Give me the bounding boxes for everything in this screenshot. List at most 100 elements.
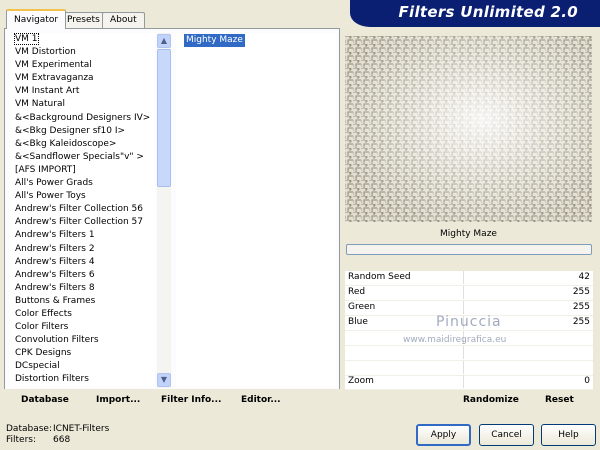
category-item-label: Andrew's Filters 2 <box>15 243 95 254</box>
parameter-name: Red <box>348 287 366 297</box>
status-filters-label: Filters: <box>6 435 37 445</box>
category-item[interactable]: [AFS IMPORT] <box>10 164 155 177</box>
category-item-label: Andrew's Filters 1 <box>15 230 95 241</box>
category-item[interactable]: &<Background Designers IV> <box>10 112 155 125</box>
parameter-slider[interactable] <box>463 375 464 388</box>
filter-item-selected[interactable]: Mighty Maze <box>184 34 245 47</box>
watermark-url: www.maidiregrafica.eu <box>403 335 507 345</box>
category-item[interactable]: CPK Designs <box>10 347 155 360</box>
tab-navigator[interactable]: Navigator <box>6 9 67 29</box>
category-item[interactable]: Convolution Filters <box>10 334 155 347</box>
parameter-slider[interactable] <box>463 346 464 359</box>
parameter-name: Blue <box>348 317 368 327</box>
editor-button[interactable]: Editor... <box>241 395 281 405</box>
import-button[interactable]: Import... <box>96 395 140 405</box>
reset-button[interactable]: Reset <box>545 395 574 405</box>
database-button[interactable]: Database <box>21 395 69 405</box>
category-item[interactable]: Andrew's Filters 4 <box>10 256 155 269</box>
category-item[interactable]: VM 1 <box>10 33 155 46</box>
apply-button[interactable]: Apply <box>416 424 471 446</box>
category-item-label: &<Background Designers IV> <box>15 112 151 123</box>
category-item[interactable]: Andrew's Filter Collection 56 <box>10 203 155 216</box>
parameter-value: 255 <box>572 287 590 297</box>
category-item[interactable]: Andrew's Filter Collection 57 <box>10 216 155 229</box>
tab-presets[interactable]: Presets <box>59 12 108 28</box>
category-item[interactable]: VM Extravaganza <box>10 72 155 85</box>
category-item[interactable]: Distortion Filters <box>10 373 155 386</box>
cancel-button[interactable]: Cancel <box>479 424 534 446</box>
category-item[interactable]: Buttons & Frames <box>10 295 155 308</box>
category-item-label: VM Experimental <box>15 60 92 71</box>
parameter-name: Green <box>348 302 376 312</box>
parameter-name: Zoom <box>348 376 374 386</box>
category-item-label: Buttons & Frames <box>15 295 96 306</box>
category-item[interactable]: &<Sandflower Specials"v" > <box>10 151 155 164</box>
parameter-name: Random Seed <box>348 272 411 282</box>
category-item-label: VM Distortion <box>15 47 76 58</box>
banner-title: Filters Unlimited 2.0 <box>398 3 578 21</box>
progress-bar <box>346 244 592 255</box>
category-item[interactable]: All's Power Toys <box>10 190 155 203</box>
preview-filter-name: Mighty Maze <box>440 229 497 239</box>
help-button[interactable]: Help <box>541 424 596 446</box>
parameter-row[interactable]: Zoom 0 <box>345 375 593 390</box>
category-item-label: VM Natural <box>15 99 65 110</box>
category-item-label: VM 1 <box>14 33 39 45</box>
category-scrollbar[interactable]: ▲ ▼ <box>157 33 171 388</box>
parameter-slider[interactable] <box>463 361 464 374</box>
category-item[interactable]: VM Experimental <box>10 59 155 72</box>
randomize-button[interactable]: Randomize <box>463 395 519 405</box>
parameter-slider[interactable] <box>463 271 464 284</box>
parameter-slider[interactable] <box>463 286 464 299</box>
category-item-label: VM Instant Art <box>15 86 80 97</box>
category-item-label: Color Effects <box>15 308 72 319</box>
parameter-row[interactable] <box>345 346 593 361</box>
category-item[interactable]: Andrew's Filters 1 <box>10 229 155 242</box>
category-item-label: &<Bkg Kaleidoscope> <box>15 138 117 149</box>
category-item[interactable]: Color Effects <box>10 308 155 321</box>
category-item-label: All's Power Grads <box>15 178 93 189</box>
filter-info-button[interactable]: Filter Info... <box>161 395 221 405</box>
parameter-row[interactable]: Random Seed 42 <box>345 271 593 286</box>
scroll-up-icon[interactable]: ▲ <box>157 34 171 48</box>
category-item[interactable]: Andrew's Filters 8 <box>10 282 155 295</box>
category-item[interactable]: &<Bkg Designer sf10 I> <box>10 125 155 138</box>
status-database-label: Database: <box>6 424 52 434</box>
category-item[interactable]: &<Bkg Kaleidoscope> <box>10 138 155 151</box>
preview-image[interactable] <box>345 36 592 222</box>
category-item[interactable]: VM Distortion <box>10 46 155 59</box>
filter-list[interactable]: Mighty Maze <box>176 33 336 388</box>
category-item-label: Andrew's Filter Collection 56 <box>15 204 143 215</box>
parameter-row[interactable] <box>345 361 593 376</box>
maze-preview <box>345 36 592 222</box>
category-item[interactable]: DCspecial <box>10 360 155 373</box>
scroll-thumb[interactable] <box>157 49 171 187</box>
category-item-label: CPK Designs <box>15 348 72 359</box>
watermark-name: Pinuccia <box>436 314 502 330</box>
parameter-panel[interactable]: Random Seed 42 Red 255 Green 255 Blue 255 Zoom 0 <box>345 271 593 390</box>
parameter-row[interactable]: Red 255 <box>345 286 593 301</box>
category-item-label: Color Filters <box>15 322 69 333</box>
category-item[interactable]: VM Instant Art <box>10 85 155 98</box>
status-filters-value: 668 <box>53 435 71 445</box>
category-item[interactable]: Andrew's Filters 6 <box>10 269 155 282</box>
category-item[interactable]: VM Natural <box>10 98 155 111</box>
banner: Filters Unlimited 2.0 <box>350 0 600 27</box>
category-item-label: Andrew's Filters 6 <box>15 269 95 280</box>
parameter-value: 42 <box>578 272 590 282</box>
category-item-label: Andrew's Filters 8 <box>15 282 95 293</box>
status-database-value: ICNET-Filters <box>53 424 110 434</box>
category-item-label: &<Sandflower Specials"v" > <box>15 151 144 162</box>
category-item-label: VM Extravaganza <box>15 73 94 84</box>
category-item-label: DCspecial <box>15 361 60 372</box>
category-item[interactable]: All's Power Grads <box>10 177 155 190</box>
category-item[interactable]: Color Filters <box>10 321 155 334</box>
scroll-down-icon[interactable]: ▼ <box>157 373 171 387</box>
category-item-label: All's Power Toys <box>15 191 86 202</box>
tab-about[interactable]: About <box>102 12 145 28</box>
category-list[interactable]: VM 1 VM Distortion VM Experimental VM Extra… <box>10 33 155 388</box>
category-item-label: [AFS IMPORT] <box>15 164 76 175</box>
parameter-slider[interactable] <box>463 301 464 314</box>
category-item[interactable]: Andrew's Filters 2 <box>10 243 155 256</box>
category-item-label: Andrew's Filter Collection 57 <box>15 217 143 228</box>
